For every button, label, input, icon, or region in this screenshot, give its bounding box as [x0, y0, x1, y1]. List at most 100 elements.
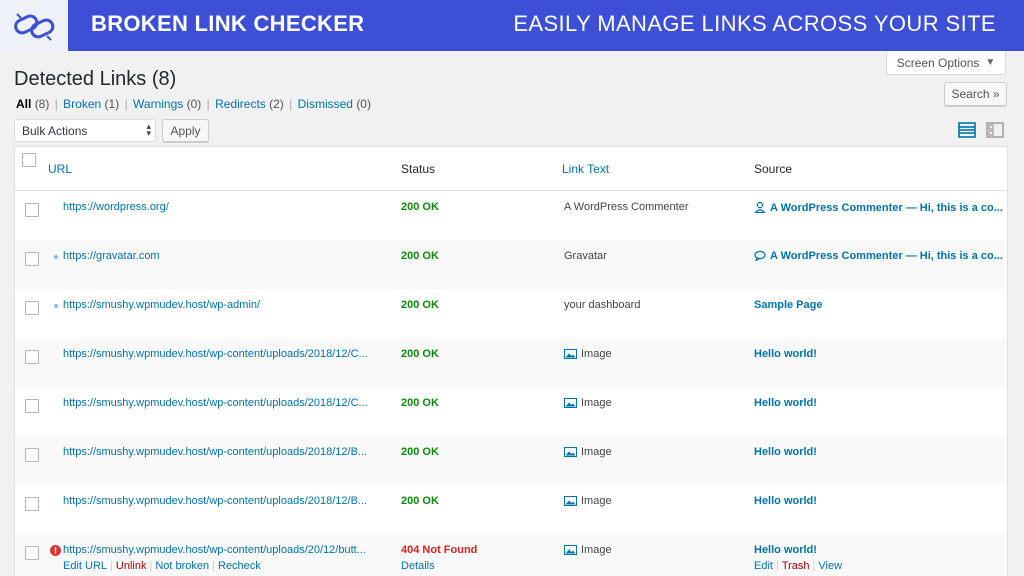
filter-broken-count: (1) — [104, 97, 120, 111]
bulk-actions-select[interactable]: Bulk Actions ▴ ▾ — [14, 119, 156, 142]
link-text: A WordPress Commenter — [564, 201, 689, 213]
row-checkbox[interactable] — [25, 252, 39, 266]
links-table: URL Status Link Text Source https://word… — [14, 146, 1008, 576]
link-source[interactable]: Hello world! — [754, 446, 817, 458]
column-link-text[interactable]: Link Text — [562, 162, 609, 176]
table-row: https://smushy.wpmudev.host/wp-content/u… — [15, 485, 1007, 534]
link-url[interactable]: https://smushy.wpmudev.host/wp-content/u… — [63, 446, 367, 458]
logo — [0, 0, 68, 51]
link-status: 200 OK — [401, 201, 439, 213]
image-icon — [564, 349, 577, 359]
filter-redirects-count: (2) — [269, 97, 284, 111]
recheck-link[interactable]: Recheck — [218, 560, 261, 572]
column-url[interactable]: URL — [48, 162, 72, 176]
link-url[interactable]: https://smushy.wpmudev.host/wp-content/u… — [63, 348, 368, 360]
redirect-dot-icon — [54, 304, 58, 308]
filter-redirects[interactable]: Redirects — [215, 97, 266, 111]
row-checkbox[interactable] — [25, 546, 39, 560]
table-row: https://smushy.wpmudev.host/wp-content/u… — [15, 387, 1007, 436]
link-url[interactable]: https://gravatar.com — [63, 250, 160, 262]
select-all-checkbox[interactable] — [22, 153, 36, 167]
table-row: https://smushy.wpmudev.host/wp-content/u… — [15, 534, 1007, 576]
link-source[interactable]: Hello world! — [754, 348, 817, 360]
link-source[interactable]: A WordPress Commenter — Hi, this is a co… — [754, 250, 1003, 262]
link-url[interactable]: https://smushy.wpmudev.host/wp-content/u… — [63, 397, 368, 409]
link-status: 200 OK — [401, 348, 439, 360]
row-checkbox[interactable] — [25, 301, 39, 315]
row-checkbox[interactable] — [25, 497, 39, 511]
source-label: A WordPress Commenter — Hi, this is a co… — [770, 202, 1003, 214]
table-row: https://smushy.wpmudev.host/wp-content/u… — [15, 338, 1007, 387]
link-status: 404 Not Found — [401, 544, 478, 556]
banner-title: BROKEN LINK CHECKER — [91, 11, 365, 36]
link-text: Image — [564, 397, 612, 409]
table-row: https://smushy.wpmudev.host/wp-content/u… — [15, 436, 1007, 485]
link-text-label: Image — [581, 544, 612, 556]
link-text: Image — [564, 446, 612, 458]
table-row: https://gravatar.com 200 OK Gravatar A W… — [15, 240, 1007, 289]
unlink-link[interactable]: Unlink — [116, 560, 147, 572]
details-link[interactable]: Details — [401, 560, 435, 572]
comment-icon — [754, 250, 766, 261]
page-title: Detected Links (8) — [14, 68, 177, 90]
status-filters: All (8) | Broken (1) | Warnings (0) | Re… — [16, 97, 371, 111]
filter-dismissed[interactable]: Dismissed — [298, 97, 353, 111]
row-checkbox[interactable] — [25, 203, 39, 217]
view-link[interactable]: View — [818, 560, 842, 572]
image-icon — [564, 545, 577, 555]
caret-down-icon: ▼ — [985, 57, 996, 68]
apply-button[interactable]: Apply — [162, 119, 209, 142]
trash-link[interactable]: Trash — [782, 560, 810, 572]
filter-dismissed-count: (0) — [356, 97, 371, 111]
link-source[interactable]: Hello world! — [754, 544, 817, 556]
link-url[interactable]: https://wordpress.org/ — [63, 201, 169, 213]
link-text-label: Image — [581, 446, 612, 458]
filter-warnings-count: (0) — [186, 97, 202, 111]
image-icon — [564, 496, 577, 506]
link-source[interactable]: Hello world! — [754, 397, 817, 409]
row-checkbox[interactable] — [25, 399, 39, 413]
view-switcher — [958, 122, 1004, 138]
link-url[interactable]: https://smushy.wpmudev.host/wp-content/u… — [63, 495, 367, 507]
link-text: Gravatar — [564, 250, 607, 262]
url-row-actions: Edit URL | Unlink | Not broken | Recheck — [63, 560, 261, 572]
edit-post-link[interactable]: Edit — [754, 560, 773, 572]
filter-broken[interactable]: Broken — [63, 97, 101, 111]
search-button[interactable]: Search » — [944, 82, 1007, 106]
link-text: Image — [564, 495, 612, 507]
filter-warnings[interactable]: Warnings — [133, 97, 183, 111]
chain-link-icon — [14, 12, 55, 41]
not-broken-link[interactable]: Not broken — [155, 560, 209, 572]
row-checkbox[interactable] — [25, 350, 39, 364]
source-row-actions: Edit | Trash | View — [754, 560, 843, 572]
link-source[interactable]: Sample Page — [754, 299, 822, 311]
table-header: URL Status Link Text Source — [15, 147, 1007, 191]
column-status: Status — [401, 162, 436, 176]
link-url[interactable]: https://smushy.wpmudev.host/wp-content/u… — [63, 544, 366, 556]
row-checkbox[interactable] — [25, 448, 39, 462]
list-view-icon[interactable] — [958, 122, 976, 138]
table-row: https://wordpress.org/ 200 OK A WordPres… — [15, 191, 1007, 240]
link-status: 200 OK — [401, 299, 439, 311]
edit-url-link[interactable]: Edit URL — [63, 560, 107, 572]
link-status: 200 OK — [401, 250, 439, 262]
excerpt-view-icon[interactable] — [986, 122, 1004, 138]
link-text: Image — [564, 544, 612, 556]
link-status: 200 OK — [401, 446, 439, 458]
error-icon — [50, 545, 61, 556]
image-icon — [564, 398, 577, 408]
link-status: 200 OK — [401, 495, 439, 507]
user-icon — [754, 201, 766, 213]
banner-tagline: EASILY MANAGE LINKS ACROSS YOUR SITE — [513, 11, 996, 36]
link-status: 200 OK — [401, 397, 439, 409]
link-source[interactable]: Hello world! — [754, 495, 817, 507]
source-label: A WordPress Commenter — Hi, this is a co… — [770, 250, 1003, 262]
column-source: Source — [754, 162, 793, 176]
screen-options-button[interactable]: Screen Options ▼ — [886, 51, 1006, 75]
link-source[interactable]: A WordPress Commenter — Hi, this is a co… — [754, 201, 1003, 214]
link-text-label: Image — [581, 348, 612, 360]
link-url[interactable]: https://smushy.wpmudev.host/wp-admin/ — [63, 299, 260, 311]
filter-all[interactable]: All — [16, 97, 31, 111]
image-icon — [564, 447, 577, 457]
link-text: your dashboard — [564, 299, 641, 311]
